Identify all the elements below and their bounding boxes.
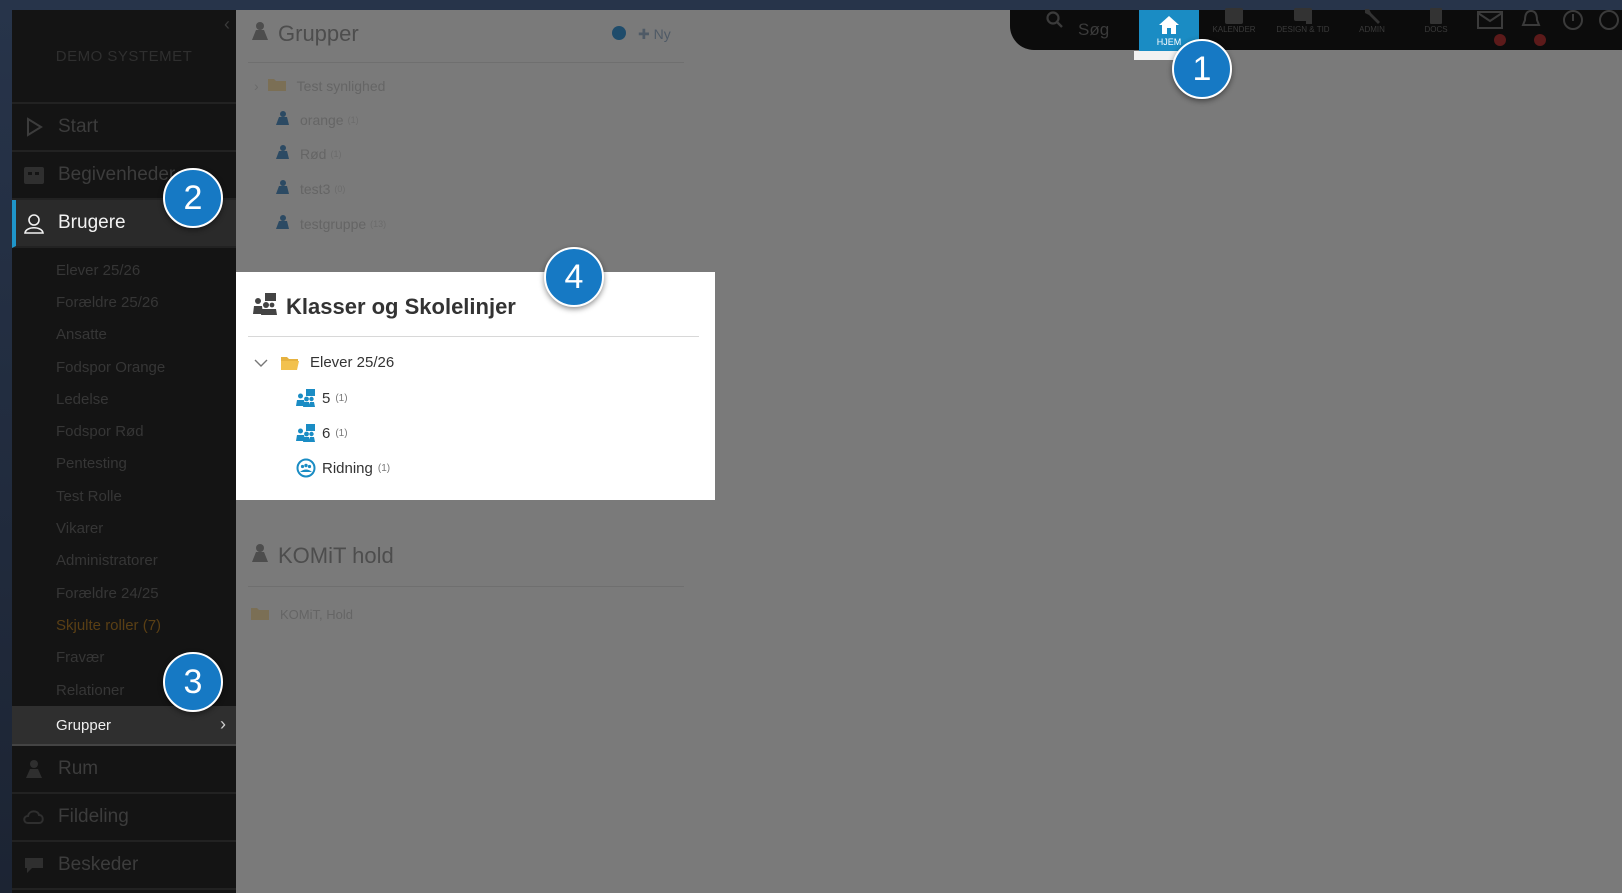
user-icon bbox=[22, 212, 46, 234]
nav-item-label: Start bbox=[58, 116, 99, 137]
submenu-item[interactable]: Forældre 25/26 bbox=[12, 286, 236, 318]
nav-item-label: Rum bbox=[58, 758, 99, 780]
tree-item-class[interactable]: 6 (1) bbox=[296, 424, 348, 442]
submenu-item[interactable]: Vikarer bbox=[12, 512, 236, 544]
submenu-item-hidden-roles[interactable]: Skjulte roller (7) bbox=[12, 609, 236, 641]
nav-item-beskeder[interactable]: Beskeder bbox=[12, 842, 236, 891]
calendar-icon bbox=[22, 164, 46, 186]
divider bbox=[248, 336, 699, 337]
folder-icon bbox=[267, 76, 287, 95]
tree-item-group[interactable]: testgruppe (13) bbox=[274, 214, 386, 233]
home-label: HJEM bbox=[1156, 36, 1182, 47]
tree-item-folder[interactable]: Elever 25/26 bbox=[254, 354, 394, 371]
tree-item-group[interactable]: test3 (0) bbox=[274, 179, 345, 198]
submenu-item-grupper[interactable]: Grupper › bbox=[12, 706, 236, 747]
submenu-item-label: Grupper bbox=[56, 716, 112, 734]
team-icon bbox=[296, 458, 316, 478]
chevron-right-icon: › bbox=[254, 77, 259, 94]
folder-icon bbox=[250, 605, 270, 624]
divider bbox=[248, 62, 684, 63]
callout-marker-3: 3 bbox=[163, 652, 223, 712]
submenu-item[interactable]: Ansatte bbox=[12, 319, 236, 351]
tree-item-team[interactable]: Ridning (1) bbox=[296, 458, 390, 478]
submenu-item[interactable]: Pentesting bbox=[12, 448, 236, 480]
notification-badge bbox=[1534, 34, 1546, 46]
callout-marker-1: 1 bbox=[1172, 39, 1232, 99]
mail-badge bbox=[1494, 34, 1506, 46]
grupper-title: Grupper bbox=[248, 20, 359, 48]
submenu-item[interactable]: Elever 25/26 bbox=[12, 254, 236, 286]
nav-item-label: Beskeder bbox=[58, 854, 139, 876]
group-icon bbox=[274, 214, 290, 233]
nav-item-label: Begivenheder bbox=[58, 164, 176, 185]
callout-marker-4: 4 bbox=[544, 247, 604, 307]
klasser-title: Klasser og Skolelinjer bbox=[252, 292, 516, 322]
nav-item-label: Brugere bbox=[58, 212, 126, 233]
group-icon bbox=[274, 144, 290, 163]
screen: ‹ DEMO SYSTEMET Start Begivenheder Bruge… bbox=[0, 0, 1622, 893]
document-icon bbox=[1424, 7, 1448, 25]
submenu-item[interactable]: Fodspor Rød bbox=[12, 415, 236, 447]
submenu-item[interactable]: Fodspor Orange bbox=[12, 351, 236, 383]
tree-item-group[interactable]: orange (1) bbox=[274, 110, 359, 129]
chat-icon bbox=[22, 854, 46, 876]
chevron-down-icon[interactable] bbox=[254, 358, 268, 368]
new-group-button[interactable]: ✚ Ny bbox=[638, 26, 671, 43]
komit-title: KOMiT hold bbox=[248, 542, 394, 570]
group-icon bbox=[274, 110, 290, 129]
nav-item-rum[interactable]: Rum bbox=[12, 746, 236, 795]
calendar-nav[interactable]: KALENDER bbox=[1204, 0, 1264, 40]
calendar-icon bbox=[1222, 7, 1246, 25]
nav-item-start[interactable]: Start bbox=[12, 104, 236, 152]
group-icon bbox=[248, 542, 270, 570]
class-icon bbox=[296, 424, 316, 442]
wrench-icon bbox=[1360, 7, 1384, 25]
design-tid-nav[interactable]: DESIGN & TID bbox=[1268, 0, 1338, 40]
collapse-sidebar-icon[interactable]: ‹ bbox=[224, 14, 230, 35]
nav-item-label: Fildeling bbox=[58, 806, 129, 828]
group-icon bbox=[274, 179, 290, 198]
class-icon bbox=[252, 292, 278, 322]
group-icon bbox=[248, 20, 270, 48]
avatar[interactable] bbox=[1596, 0, 1622, 40]
submenu-item[interactable]: Ledelse bbox=[12, 383, 236, 415]
sidebar: ‹ DEMO SYSTEMET Start Begivenheder Bruge… bbox=[12, 10, 236, 893]
cloud-icon bbox=[22, 806, 46, 828]
search-icon[interactable] bbox=[1040, 0, 1070, 40]
power-icon[interactable] bbox=[1558, 0, 1588, 40]
admin-nav[interactable]: ADMIN bbox=[1342, 0, 1402, 40]
tree-item-folder[interactable]: KOMiT, Hold bbox=[250, 605, 353, 624]
help-icon[interactable] bbox=[612, 26, 626, 40]
layout-icon bbox=[1291, 7, 1315, 25]
callout-marker-2: 2 bbox=[163, 168, 223, 228]
home-icon bbox=[1158, 15, 1180, 37]
tree-item-class[interactable]: 5 (1) bbox=[296, 389, 348, 407]
play-icon bbox=[22, 116, 46, 138]
submenu-item[interactable]: Test Rolle bbox=[12, 480, 236, 512]
tree-item-group[interactable]: Rød (1) bbox=[274, 144, 341, 163]
tree-item-folder[interactable]: › Test synlighed bbox=[254, 76, 385, 95]
nav-item-fildeling[interactable]: Fildeling bbox=[12, 794, 236, 843]
brand-name: DEMO SYSTEMET bbox=[12, 10, 236, 104]
search-label[interactable]: Søg bbox=[1078, 20, 1109, 40]
divider bbox=[248, 586, 684, 587]
submenu-item[interactable]: Administratorer bbox=[12, 545, 236, 577]
people-icon bbox=[22, 758, 46, 780]
chevron-right-icon: › bbox=[220, 714, 226, 735]
submenu-item[interactable]: Forældre 24/25 bbox=[12, 577, 236, 609]
folder-open-icon bbox=[280, 355, 300, 371]
class-icon bbox=[296, 389, 316, 407]
klasser-panel: Klasser og Skolelinjer Elever 25/26 5 (1)… bbox=[236, 272, 715, 500]
docs-nav[interactable]: DOCS bbox=[1406, 0, 1466, 40]
